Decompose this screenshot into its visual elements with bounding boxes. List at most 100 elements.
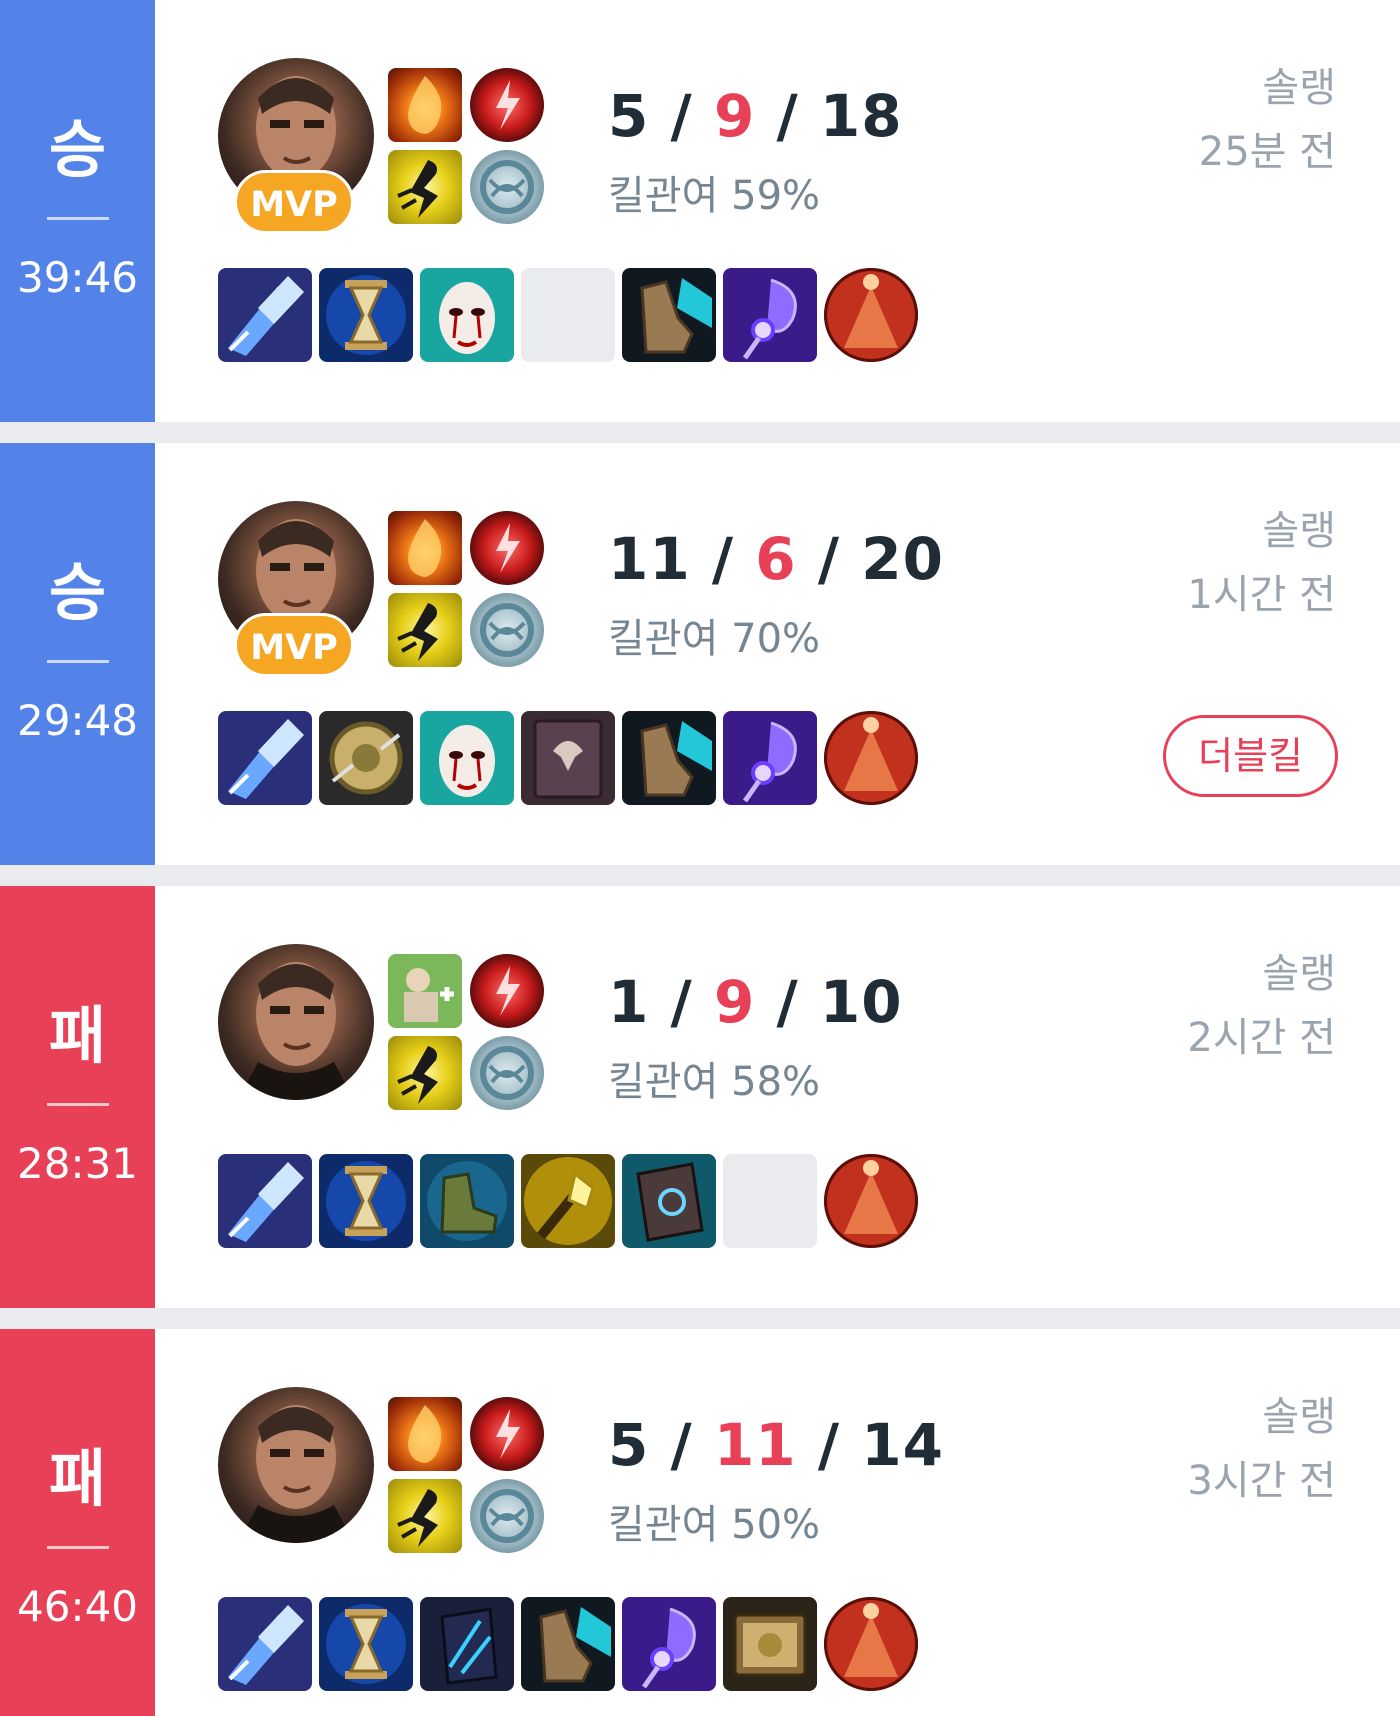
assists: 10 — [819, 968, 903, 1036]
result-label: 패 — [48, 999, 107, 1072]
result-label: 패 — [48, 1442, 107, 1515]
game-duration: 28:31 — [16, 1139, 139, 1188]
match-card[interactable]: 패 28:31 1 / 9 / 10 킬관여 58% 솔랭 2시간 전 — [0, 886, 1400, 1308]
result-label: 승 — [48, 113, 107, 186]
result-bar: 패 28:31 — [0, 886, 155, 1308]
oracle-lens-icon[interactable] — [824, 711, 918, 805]
flash-icon[interactable] — [388, 150, 462, 224]
electrocute-rune-icon[interactable] — [470, 954, 544, 1028]
kill-participation: 킬관여 58% — [608, 1059, 821, 1105]
sorcery-rune-icon[interactable] — [470, 150, 544, 224]
match-history-list: 승 39:46 MVP 5 / 9 / 18 킬관여 59% 솔랭 25분 전 … — [0, 0, 1400, 1716]
flash-icon[interactable] — [388, 593, 462, 667]
match-card[interactable]: 승 29:48 MVP 11 / 6 / 20 킬관여 70% 솔랭 1시간 전… — [0, 443, 1400, 865]
item-list — [218, 711, 925, 805]
mercury-treads-icon[interactable] — [319, 711, 413, 805]
sorcerers-shoes-icon[interactable] — [622, 711, 716, 805]
mvp-badge: MVP — [234, 170, 354, 234]
result-bar: 승 29:48 — [0, 443, 155, 865]
kda-separator: / — [755, 82, 820, 150]
kda-separator: / — [690, 525, 756, 593]
rylais-staff-icon[interactable] — [723, 268, 817, 362]
kda: 5 / 9 / 18 — [608, 80, 903, 152]
divider — [47, 1546, 109, 1549]
divider — [47, 660, 109, 663]
sorcerers-shoes-icon[interactable] — [521, 1597, 615, 1691]
kda-separator: / — [796, 525, 862, 593]
flash-icon[interactable] — [388, 1479, 462, 1553]
deaths: 9 — [713, 968, 756, 1036]
result-bar: 승 39:46 — [0, 0, 155, 422]
rylais-staff-icon[interactable] — [622, 1597, 716, 1691]
assists: 20 — [861, 525, 944, 593]
oracle-lens-icon[interactable] — [824, 268, 918, 362]
time-ago: 1시간 전 — [1187, 572, 1336, 618]
flash-icon[interactable] — [388, 1036, 462, 1110]
electrocute-rune-icon[interactable] — [470, 68, 544, 142]
kda: 5 / 11 / 14 — [608, 1409, 944, 1481]
queue-type: 솔랭 — [1262, 65, 1336, 111]
mvp-badge: MVP — [234, 613, 354, 677]
demonic-tome-icon[interactable] — [521, 711, 615, 805]
queue-type: 솔랭 — [1262, 508, 1336, 554]
match-card[interactable]: 승 39:46 MVP 5 / 9 / 18 킬관여 59% 솔랭 25분 전 — [0, 0, 1400, 422]
game-duration: 46:40 — [16, 1582, 139, 1631]
zhonyas-hourglass-icon[interactable] — [319, 268, 413, 362]
time-ago: 3시간 전 — [1187, 1458, 1336, 1504]
item-list — [218, 1154, 925, 1248]
kda: 11 / 6 / 20 — [608, 523, 944, 595]
ignite-icon[interactable] — [388, 1397, 462, 1471]
rabadons-tome-icon[interactable] — [723, 1597, 817, 1691]
rylais-staff-icon[interactable] — [723, 711, 817, 805]
sorcery-rune-icon[interactable] — [470, 593, 544, 667]
empty-item-slot — [723, 1154, 817, 1248]
divider — [47, 217, 109, 220]
time-ago: 25분 전 — [1198, 129, 1336, 175]
queue-type: 솔랭 — [1262, 1394, 1336, 1440]
sorcery-rune-icon[interactable] — [470, 1036, 544, 1110]
void-staff-icon[interactable] — [420, 1597, 514, 1691]
crystal-scepter-icon[interactable] — [218, 268, 312, 362]
zhonyas-hourglass-icon[interactable] — [319, 1154, 413, 1248]
swain-portrait-icon[interactable] — [218, 1387, 374, 1543]
ignite-icon[interactable] — [388, 68, 462, 142]
deaths: 9 — [713, 82, 756, 150]
kda-separator: / — [649, 82, 714, 150]
heal-icon[interactable] — [388, 954, 462, 1028]
game-duration: 29:48 — [16, 696, 139, 745]
kda-separator: / — [755, 968, 820, 1036]
match-card[interactable]: 패 46:40 5 / 11 / 14 킬관여 50% 솔랭 3시간 전 — [0, 1329, 1400, 1716]
sorcerers-shoes-icon[interactable] — [622, 268, 716, 362]
sorcery-rune-icon[interactable] — [470, 1479, 544, 1553]
queue-type: 솔랭 — [1262, 951, 1336, 997]
fiendish-codex-icon[interactable] — [622, 1154, 716, 1248]
boots-icon[interactable] — [420, 1154, 514, 1248]
kda-separator: / — [649, 968, 714, 1036]
electrocute-rune-icon[interactable] — [470, 1397, 544, 1471]
deaths: 11 — [713, 1411, 797, 1479]
zhonyas-hourglass-icon[interactable] — [319, 1597, 413, 1691]
crystal-scepter-icon[interactable] — [218, 1154, 312, 1248]
result-label: 승 — [48, 556, 107, 629]
crystal-scepter-icon[interactable] — [218, 711, 312, 805]
empty-item-slot — [521, 268, 615, 362]
kda: 1 / 9 / 10 — [608, 966, 903, 1038]
assists: 18 — [819, 82, 903, 150]
time-ago: 2시간 전 — [1187, 1015, 1336, 1061]
ignite-icon[interactable] — [388, 511, 462, 585]
liandrys-mask-icon[interactable] — [420, 268, 514, 362]
kills: 5 — [608, 1411, 650, 1479]
swain-portrait-icon[interactable] — [218, 944, 374, 1100]
crystal-scepter-icon[interactable] — [218, 1597, 312, 1691]
kills: 11 — [608, 525, 691, 593]
multikill-badge: 더블킬 — [1163, 715, 1338, 797]
kda-separator: / — [796, 1411, 862, 1479]
oracle-lens-icon[interactable] — [824, 1154, 918, 1248]
oracle-lens-icon[interactable] — [824, 1597, 918, 1691]
hextech-wand-icon[interactable] — [521, 1154, 615, 1248]
kill-participation: 킬관여 50% — [608, 1502, 821, 1548]
item-list — [218, 1597, 925, 1691]
liandrys-mask-icon[interactable] — [420, 711, 514, 805]
kills: 1 — [608, 968, 650, 1036]
electrocute-rune-icon[interactable] — [470, 511, 544, 585]
